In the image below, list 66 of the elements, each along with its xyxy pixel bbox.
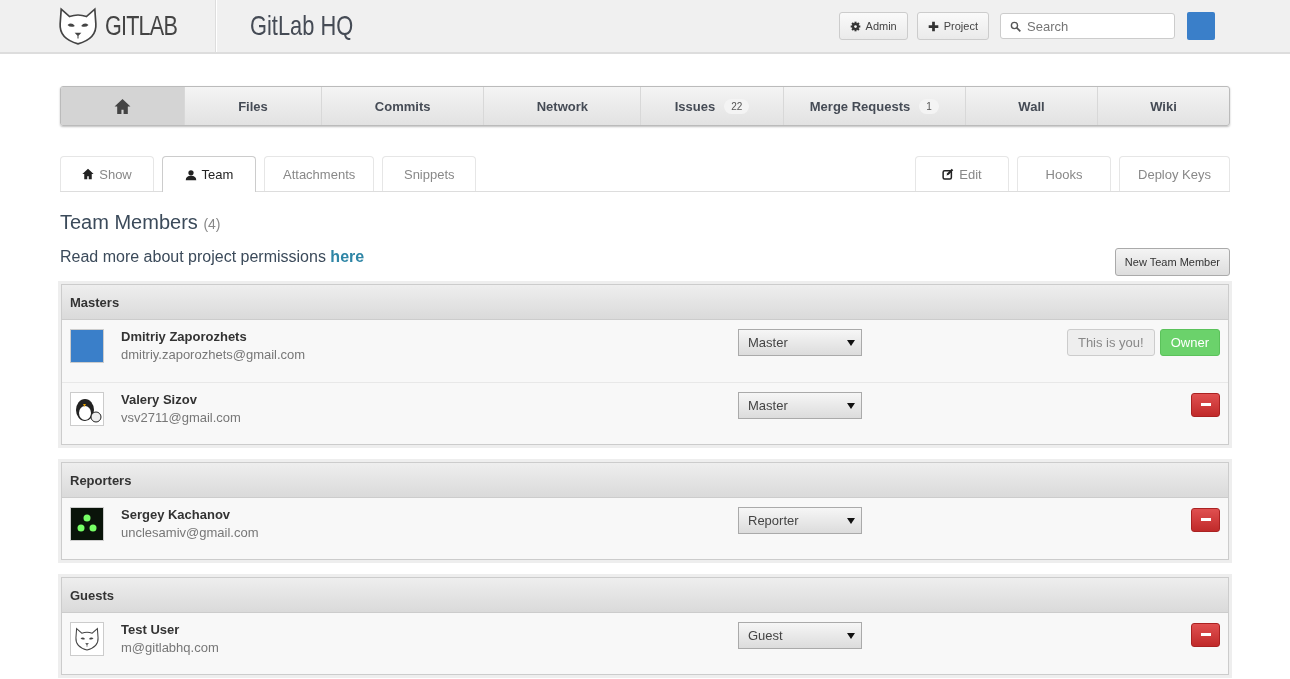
member-name: Sergey Kachanov [121,507,232,522]
self-label: This is you! [1066,329,1155,356]
new-project-button[interactable]: Project [916,12,989,40]
cat-logo-icon [74,627,100,651]
minus-icon [1200,403,1211,407]
count-badge: 22 [724,98,750,114]
cat-logo-icon [57,7,99,45]
caret-icon [847,632,855,639]
avatar-photo-placeholder [70,329,104,363]
member-name: Dmitriy Zaporozhets [121,329,248,344]
edit-icon [942,168,955,180]
member-email: dmitriy.zaporozhets@gmail.com [121,347,307,362]
nav-item[interactable]: Wall [965,87,1097,125]
tab[interactable]: Deploy Keys [1119,156,1230,191]
nav-item[interactable]: Merge Requests 1 [782,87,965,125]
permissions-link[interactable]: here [330,248,365,265]
nav-item[interactable]: Issues 22 [640,87,783,125]
role-select[interactable]: Master [738,392,862,419]
tab[interactable]: Team [162,156,256,192]
count-badge: 1 [919,98,939,114]
nav-item[interactable]: Commits [321,87,484,125]
tab[interactable]: Edit [915,156,1009,191]
home-icon [82,168,95,180]
user-icon [184,168,197,181]
member-email: unclesamiv@gmail.com [121,525,260,540]
nav-item[interactable]: Network [483,87,641,125]
minus-icon [1200,518,1211,522]
nav-item[interactable]: Wiki [1097,87,1229,125]
remove-member-button[interactable] [1191,393,1220,417]
search-field[interactable]: Search [1000,13,1175,39]
group-title: Masters [70,294,120,310]
role-select[interactable]: Master [738,329,862,356]
member-email: m@gitlabhq.com [121,640,220,655]
page-title: Team Members [60,211,198,233]
role-select[interactable]: Guest [738,622,862,649]
new-team-member-button[interactable]: New Team Member [1114,248,1230,276]
logo-text[interactable]: GITLAB [105,10,177,42]
tab[interactable]: Snippets [382,156,477,191]
minus-icon [1200,633,1211,637]
remove-member-button[interactable] [1191,623,1220,647]
role-select[interactable]: Reporter [738,507,862,534]
home-icon [113,97,131,115]
member-email: vsv2711@gmail.com [121,410,242,425]
admin-button[interactable]: Admin [838,12,908,40]
tab[interactable]: Show [60,156,154,191]
home-nav-item[interactable] [61,87,184,125]
group-title: Reporters [70,472,132,488]
group-title: Guests [70,587,115,603]
owner-label: Owner [1159,329,1220,356]
caret-icon [847,517,855,524]
penguin-avatar-icon [70,392,104,426]
member-count: (4) [203,216,221,232]
permissions-note: Read more about project permissions here [60,248,365,266]
tab[interactable]: Attachments [264,156,375,191]
member-name: Valery Sizov [121,392,198,407]
three-dots-avatar-icon [70,507,104,541]
project-title: GitLab HQ [250,10,354,42]
remove-member-button[interactable] [1191,508,1220,532]
gear-icon [849,20,861,32]
caret-icon [847,339,855,346]
tab[interactable]: Hooks [1017,156,1111,191]
search-icon [1010,21,1021,32]
nav-item[interactable]: Files [183,87,321,125]
member-name: Test User [121,622,181,637]
caret-icon [847,402,855,409]
plus-icon [927,20,939,32]
